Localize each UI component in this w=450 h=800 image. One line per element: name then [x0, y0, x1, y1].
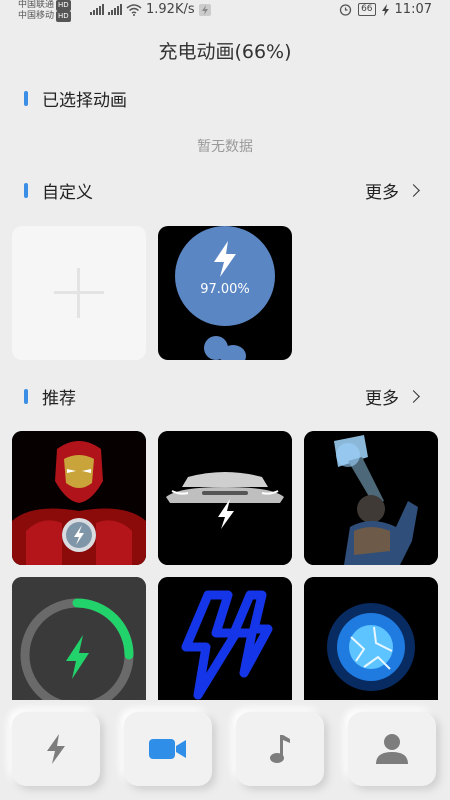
energy-orb-image: [304, 577, 438, 711]
status-bar: 中国联通 HD 中国移动 HD 1.92K/s 66 11:07: [0, 0, 450, 24]
more-button[interactable]: 更多: [365, 384, 420, 409]
car-image: [158, 431, 292, 565]
page-title: 充电动画(66%): [158, 41, 292, 63]
custom-animation-card[interactable]: 97.00%: [158, 226, 292, 360]
accent-bar: [24, 90, 28, 106]
tab-video[interactable]: [124, 712, 212, 786]
signal-group: 1.92K/s: [90, 2, 211, 17]
clock: 11:07: [394, 2, 432, 17]
iron-man-animation-card[interactable]: [12, 431, 146, 565]
more-button[interactable]: 更多: [365, 178, 420, 203]
energy-orb-animation-card[interactable]: [304, 577, 438, 711]
network-speed: 1.92K/s: [146, 2, 195, 17]
tab-music[interactable]: [236, 712, 324, 786]
hd-badge: HD: [56, 11, 71, 22]
charging-bolt-icon: [381, 3, 389, 16]
blue-bolt-image: [158, 577, 292, 711]
more-label: 更多: [365, 389, 399, 409]
battery-percent: 97.00%: [200, 282, 250, 297]
section-title: 已选择动画: [42, 90, 127, 111]
accent-bar: [24, 388, 28, 404]
wifi-icon: [126, 3, 142, 16]
charging-small-icon: [198, 3, 211, 16]
accent-bar: [24, 182, 28, 198]
status-right: 66 11:07: [339, 2, 432, 17]
green-ring-image: [12, 577, 146, 711]
section-recommended-header: 推荐 更多: [24, 384, 428, 409]
chevron-right-icon: [407, 390, 420, 403]
green-ring-animation-card[interactable]: [12, 577, 146, 711]
blue-bolt-animation-card[interactable]: [158, 577, 292, 711]
thor-image: [304, 431, 438, 565]
section-selected-header: 已选择动画: [24, 86, 428, 111]
battery-indicator: 66: [358, 3, 376, 16]
section-custom-header: 自定义 更多: [24, 178, 428, 203]
plus-icon-vertical: [77, 268, 80, 318]
alarm-icon: [339, 4, 352, 16]
video-camera-icon: [149, 739, 186, 759]
signal-icon: [108, 4, 122, 15]
car-animation-card[interactable]: [158, 431, 292, 565]
iron-man-image: [12, 431, 146, 565]
thor-animation-card[interactable]: [304, 431, 438, 565]
carrier-2: 中国移动 HD: [18, 11, 71, 22]
more-label: 更多: [365, 183, 399, 203]
empty-state-text: 暂无数据: [197, 139, 253, 155]
music-note-icon: [270, 735, 290, 763]
lightning-icon: [47, 734, 65, 764]
person-icon: [376, 734, 408, 764]
section-title: 自定义: [42, 182, 93, 203]
section-title: 推荐: [42, 388, 76, 409]
lightning-icon: [214, 241, 236, 277]
chevron-right-icon: [407, 184, 420, 197]
bottom-tab-bar: [0, 700, 450, 800]
bubble: [220, 345, 246, 360]
signal-icon: [90, 4, 104, 15]
hd-badge: HD: [56, 0, 71, 11]
carrier-1: 中国联通 HD: [18, 0, 71, 11]
tab-charging[interactable]: [12, 712, 100, 786]
add-animation-card[interactable]: [12, 226, 146, 360]
tab-profile[interactable]: [348, 712, 436, 786]
